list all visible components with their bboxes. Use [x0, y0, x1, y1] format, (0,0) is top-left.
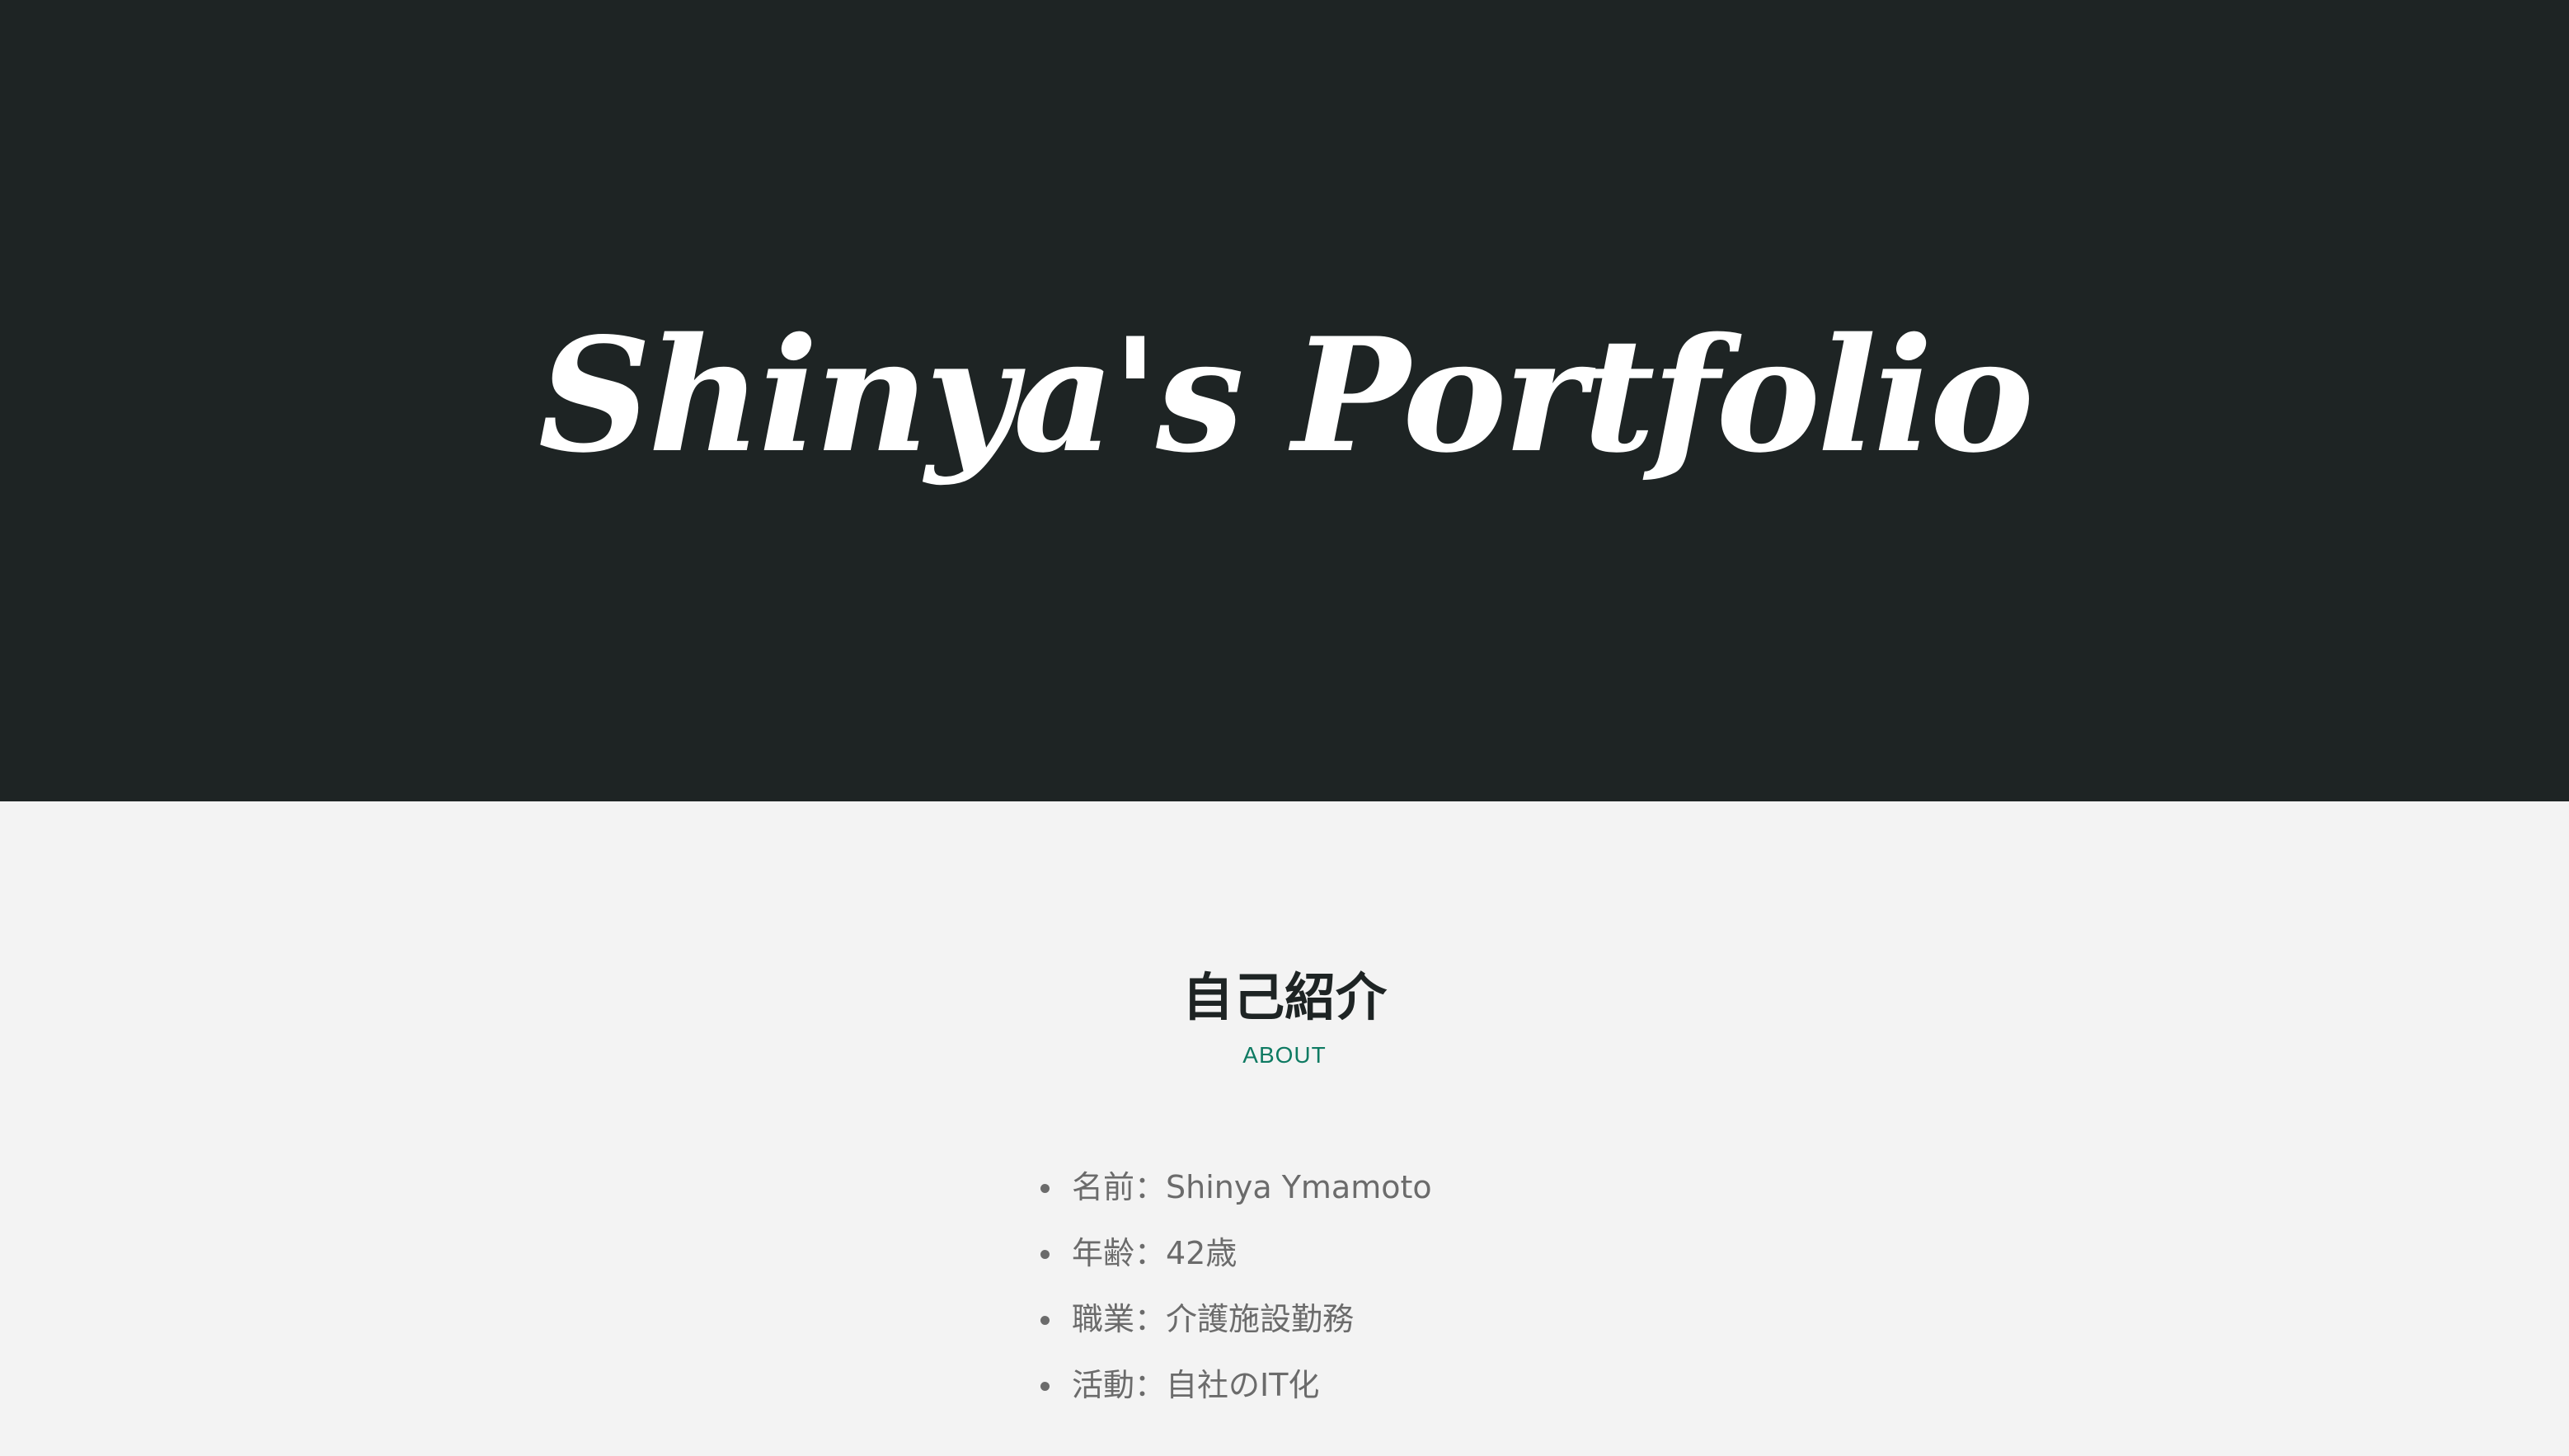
about-heading: 自己紹介 [1181, 967, 1387, 1027]
profile-item-activity: 活動：自社のIT化 [1039, 1352, 1432, 1418]
profile-item-name: 名前：Shinya Ymamoto [1039, 1154, 1432, 1220]
site-title: Shinya's Portfolio [538, 303, 2034, 487]
profile-list: 名前：Shinya Ymamoto 年齢：42歳 職業：介護施設勤務 活動：自社… [1039, 1154, 1432, 1418]
profile-item-text: 活動：自社のIT化 [1072, 1367, 1320, 1403]
profile-item-text: 名前：Shinya Ymamoto [1072, 1169, 1432, 1205]
profile-item-occupation: 職業：介護施設勤務 [1039, 1286, 1432, 1352]
about-subheading: ABOUT [1242, 1042, 1327, 1068]
bullet-icon [1040, 1184, 1050, 1193]
profile-item-text: 職業：介護施設勤務 [1072, 1301, 1355, 1337]
profile-item-text: 年齢：42歳 [1072, 1235, 1238, 1271]
bullet-icon [1040, 1250, 1050, 1259]
bullet-icon [1040, 1382, 1050, 1391]
profile-item-age: 年齢：42歳 [1039, 1220, 1432, 1286]
bullet-icon [1040, 1316, 1050, 1325]
hero-section: Shinya's Portfolio [0, 0, 2569, 801]
